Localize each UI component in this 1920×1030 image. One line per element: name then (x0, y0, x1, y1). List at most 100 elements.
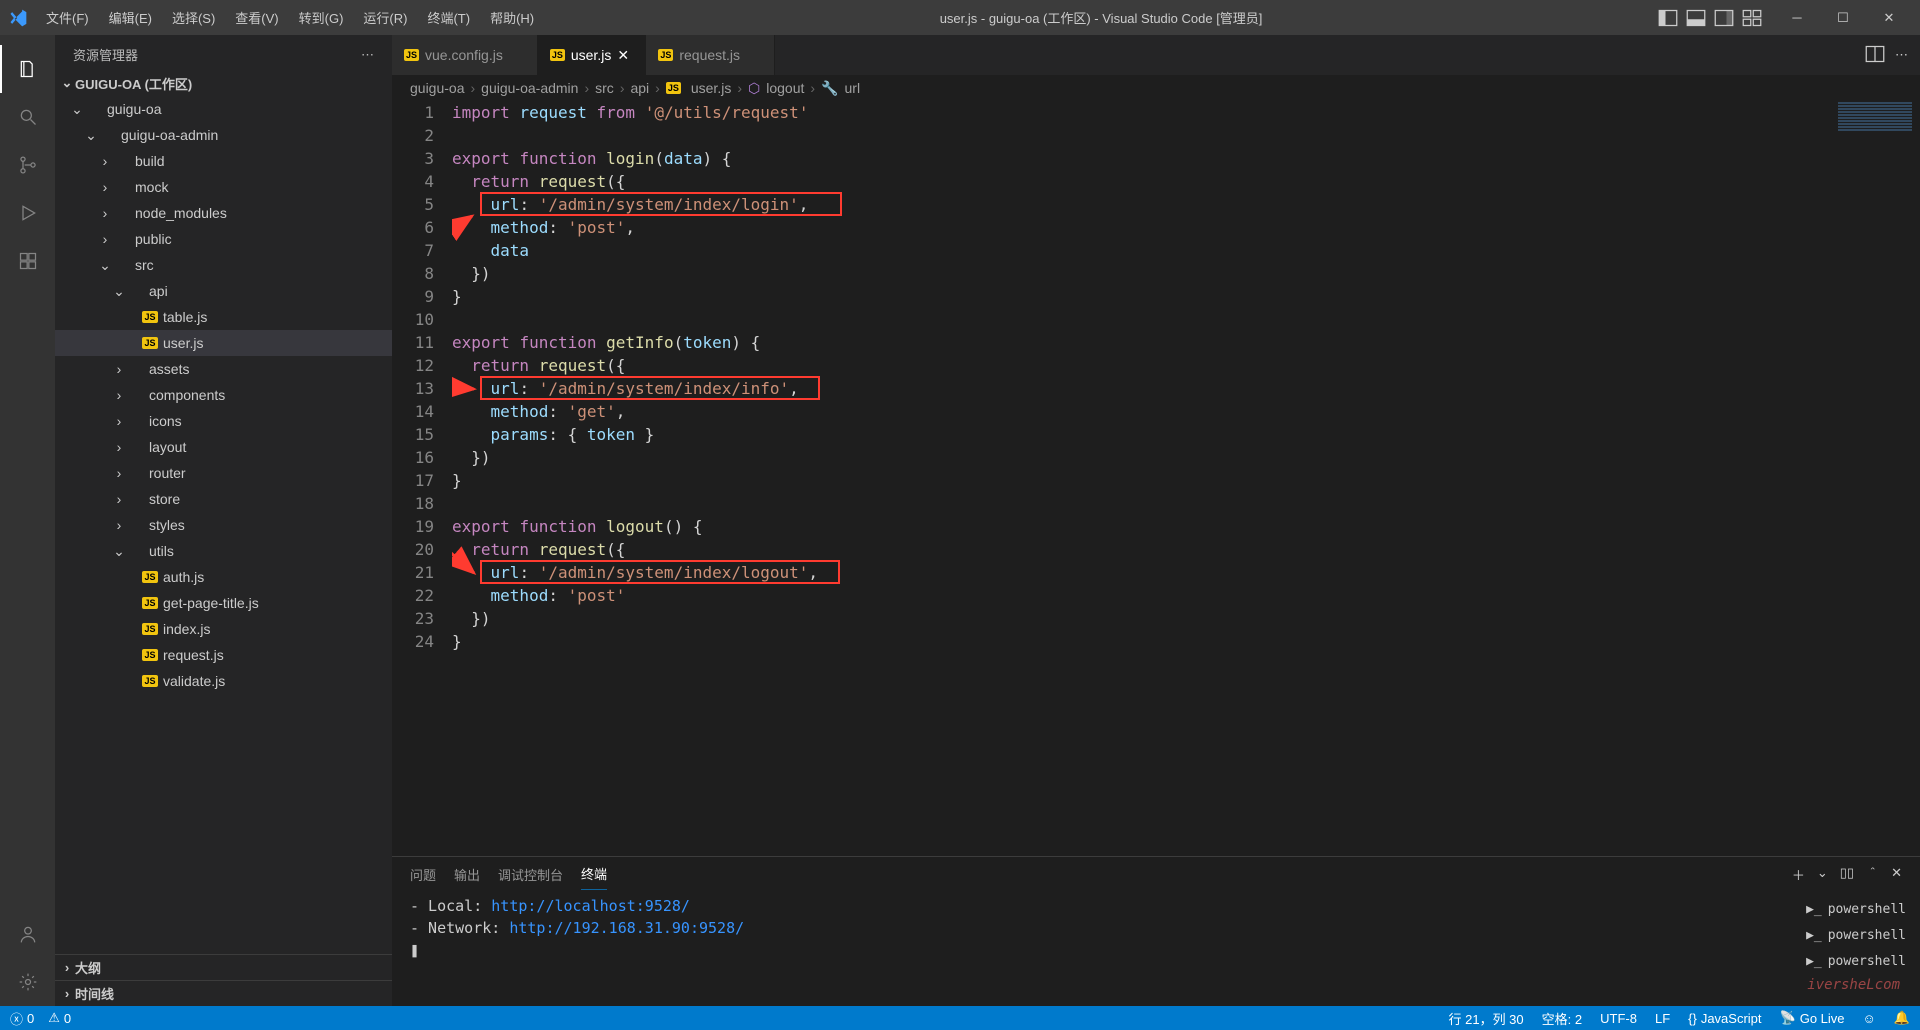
terminal-list-item[interactable]: ▶_powershell (1802, 923, 1910, 949)
extensions-icon[interactable] (0, 237, 55, 285)
breadcrumb-segment[interactable]: api (630, 80, 649, 96)
status-bell-icon[interactable]: 🔔 (1894, 1009, 1910, 1028)
split-editor-icon[interactable] (1865, 44, 1885, 67)
close-icon[interactable]: ✕ (1866, 0, 1912, 35)
toggle-panel-icon[interactable] (1686, 8, 1706, 28)
tree-item-label: request.js (163, 647, 224, 663)
menu-item-1[interactable]: 编辑(E) (99, 4, 162, 31)
close-panel-icon[interactable]: ✕ (1891, 865, 1902, 884)
tree-item[interactable]: ›styles (55, 512, 392, 538)
tab-close-icon[interactable]: ✕ (617, 47, 633, 64)
minimap[interactable] (1830, 101, 1920, 856)
outline-section[interactable]: ›大纲 (55, 954, 392, 980)
status-eol[interactable]: LF (1655, 1009, 1670, 1028)
terminal-network-url[interactable]: http://192.168.31.90:9528/ (509, 919, 744, 937)
new-terminal-icon[interactable]: ＋ (1792, 865, 1805, 884)
tree-item[interactable]: ›components (55, 382, 392, 408)
menu-item-7[interactable]: 帮助(H) (480, 4, 544, 31)
panel-tab[interactable]: 调试控制台 (498, 859, 563, 890)
code-editor[interactable]: 123456789101112131415161718192021222324 … (392, 101, 1920, 856)
toggle-secondary-side-bar-icon[interactable] (1714, 8, 1734, 28)
editor-tab[interactable]: JSuser.js✕ (538, 35, 646, 75)
status-golive[interactable]: 📡 Go Live (1780, 1009, 1845, 1028)
terminal[interactable]: - Local: http://localhost:9528/ - Networ… (392, 891, 1920, 1006)
minimize-icon[interactable]: ─ (1774, 0, 1820, 35)
tree-item[interactable]: ⌄guigu-oa-admin (55, 122, 392, 148)
menu-item-3[interactable]: 查看(V) (225, 4, 288, 31)
tree-item[interactable]: ›node_modules (55, 200, 392, 226)
toggle-primary-side-bar-icon[interactable] (1658, 8, 1678, 28)
menu-item-6[interactable]: 终端(T) (417, 4, 480, 31)
status-warnings[interactable]: ⚠ 0 (48, 1010, 71, 1026)
menu-item-5[interactable]: 运行(R) (353, 4, 417, 31)
menu-item-0[interactable]: 文件(F) (36, 4, 99, 31)
source-control-icon[interactable] (0, 141, 55, 189)
menu-item-4[interactable]: 转到(G) (289, 4, 354, 31)
tree-item[interactable]: ⌄utils (55, 538, 392, 564)
terminal-local-url[interactable]: http://localhost:9528/ (491, 897, 690, 915)
tree-item[interactable]: ›mock (55, 174, 392, 200)
tree-item[interactable]: ›icons (55, 408, 392, 434)
js-file-icon: JS (141, 649, 159, 661)
workspace-root[interactable]: ⌄GUIGU-OA (工作区) (55, 70, 392, 96)
breadcrumb-segment[interactable]: user.js (691, 80, 731, 96)
breadcrumb-segment[interactable]: src (595, 80, 614, 96)
panel-tab[interactable]: 终端 (581, 858, 607, 890)
terminal-shell-icon: ▶_ (1806, 925, 1822, 947)
tree-item-label: guigu-oa (107, 101, 162, 117)
status-feedback-icon[interactable]: ☺ (1863, 1009, 1876, 1028)
tree-item[interactable]: JSauth.js (55, 564, 392, 590)
tree-item[interactable]: ›layout (55, 434, 392, 460)
maximize-panel-icon[interactable]: ＾ (1866, 865, 1879, 884)
explorer-icon[interactable] (0, 45, 55, 93)
sidebar-more-icon[interactable]: ⋯ (361, 47, 374, 63)
breadcrumb-segment[interactable]: logout (766, 80, 804, 96)
window-controls: ─ ☐ ✕ (1774, 0, 1912, 35)
maximize-icon[interactable]: ☐ (1820, 0, 1866, 35)
status-encoding[interactable]: UTF-8 (1600, 1009, 1637, 1028)
menu-item-2[interactable]: 选择(S) (162, 4, 225, 31)
search-icon[interactable] (0, 93, 55, 141)
accounts-icon[interactable] (0, 910, 55, 958)
status-spaces[interactable]: 空格: 2 (1542, 1009, 1582, 1028)
terminal-dropdown-icon[interactable]: ⌄ (1817, 865, 1828, 884)
tree-item[interactable]: ⌄src (55, 252, 392, 278)
tree-item[interactable]: JSuser.js (55, 330, 392, 356)
tree-item[interactable]: ›public (55, 226, 392, 252)
code-area[interactable]: import request from '@/utils/request' ex… (452, 101, 1920, 856)
tree-item[interactable]: ›store (55, 486, 392, 512)
tree-item-label: node_modules (135, 205, 227, 221)
tree-item[interactable]: JStable.js (55, 304, 392, 330)
run-debug-icon[interactable] (0, 189, 55, 237)
tree-item[interactable]: JSindex.js (55, 616, 392, 642)
terminal-list-item[interactable]: ▶_powershell (1802, 897, 1910, 923)
breadcrumb-segment[interactable]: guigu-oa (410, 80, 465, 96)
status-cursor[interactable]: 行 21，列 30 (1449, 1009, 1524, 1028)
breadcrumb[interactable]: guigu-oa›guigu-oa-admin›src›api›JSuser.j… (392, 75, 1920, 101)
breadcrumb-segment[interactable]: url (845, 80, 861, 96)
tree-item[interactable]: JS request.js (55, 642, 392, 668)
tree-item[interactable]: JSget-page-title.js (55, 590, 392, 616)
tree-item[interactable]: ›router (55, 460, 392, 486)
panel-tab[interactable]: 问题 (410, 859, 436, 890)
editor-tab[interactable]: JSrequest.js✕ (646, 35, 775, 75)
activity-bar (0, 35, 55, 1006)
more-icon[interactable]: ⋯ (1895, 47, 1908, 63)
customize-layout-icon[interactable] (1742, 8, 1762, 28)
status-errors[interactable]: ⓧ 0 (10, 1009, 34, 1028)
tree-item[interactable]: ›build (55, 148, 392, 174)
breadcrumb-segment[interactable]: guigu-oa-admin (481, 80, 578, 96)
tree-item[interactable]: ⌄guigu-oa (55, 96, 392, 122)
status-language[interactable]: {} JavaScript (1688, 1009, 1761, 1028)
settings-gear-icon[interactable] (0, 958, 55, 1006)
tree-item[interactable]: JSvalidate.js (55, 668, 392, 694)
terminal-list-item[interactable]: ▶_powershell (1802, 949, 1910, 975)
terminal-shell-icon: ▶_ (1806, 899, 1822, 921)
tree-item[interactable]: ›assets (55, 356, 392, 382)
tree-item[interactable]: ⌄api (55, 278, 392, 304)
split-terminal-icon[interactable]: ▯▯ (1840, 865, 1854, 884)
tree-item-label: components (149, 387, 225, 403)
panel-tab[interactable]: 输出 (454, 859, 480, 890)
timeline-section[interactable]: ›时间线 (55, 980, 392, 1006)
editor-tab[interactable]: JSvue.config.js✕ (392, 35, 538, 75)
